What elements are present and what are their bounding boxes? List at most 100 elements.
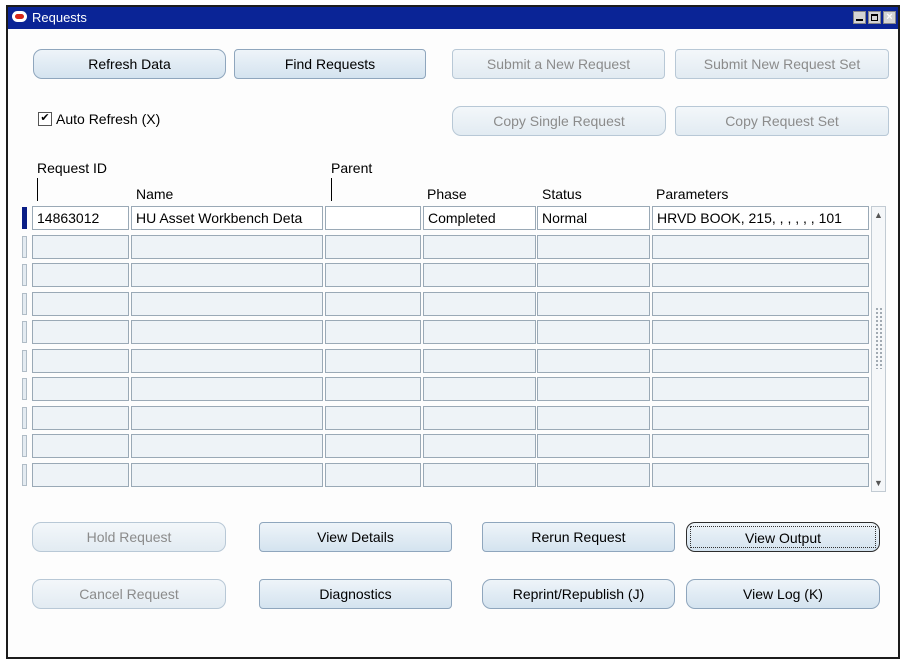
cell-parameters[interactable] [652,406,869,430]
row-indicator [22,407,27,429]
close-icon[interactable]: × [883,11,896,24]
cell-request-id[interactable] [32,377,129,401]
cell-phase[interactable] [423,235,536,259]
cell-status[interactable] [537,235,650,259]
auto-refresh-checkbox[interactable]: ✔ Auto Refresh (X) [38,111,160,127]
refresh-data-button[interactable]: Refresh Data [33,49,226,79]
cell-request-id[interactable] [32,349,129,373]
cell-request-id[interactable] [32,292,129,316]
cell-request-id[interactable] [32,434,129,458]
reprint-republish-button[interactable]: Reprint/Republish (J) [482,579,675,609]
cell-name[interactable] [131,463,323,487]
rerun-request-button[interactable]: Rerun Request [482,522,675,552]
cell-phase[interactable] [423,406,536,430]
cell-parent[interactable] [325,235,421,259]
submit-new-request-button[interactable]: Submit a New Request [452,49,665,79]
cell-status[interactable] [537,406,650,430]
view-details-button[interactable]: View Details [259,522,452,552]
cell-parameters[interactable]: HRVD BOOK, 215, , , , , , 101 [652,206,869,230]
oracle-logo-icon [12,11,27,22]
cell-parameters[interactable] [652,349,869,373]
cell-parent[interactable] [325,377,421,401]
copy-single-request-button[interactable]: Copy Single Request [452,106,666,136]
row-indicator [22,378,27,400]
view-log-button[interactable]: View Log (K) [686,579,880,609]
cell-phase[interactable] [423,349,536,373]
header-divider [331,178,332,201]
cell-phase[interactable]: Completed [423,206,536,230]
cell-status[interactable] [537,349,650,373]
cell-status[interactable] [537,292,650,316]
hold-request-button[interactable]: Hold Request [32,522,226,552]
cell-parameters[interactable] [652,235,869,259]
header-request-id: Request ID [37,160,108,176]
copy-request-set-button[interactable]: Copy Request Set [675,106,889,136]
current-record-indicator [22,207,27,229]
cell-parent[interactable] [325,406,421,430]
row-indicator [22,293,27,315]
cancel-request-button[interactable]: Cancel Request [32,579,226,609]
cell-request-id[interactable]: 14863012 [32,206,129,230]
cell-phase[interactable] [423,463,536,487]
cell-status[interactable] [537,320,650,344]
cell-phase[interactable] [423,320,536,344]
cell-parameters[interactable] [652,434,869,458]
checkbox-check-icon[interactable]: ✔ [38,112,52,126]
cell-status[interactable] [537,377,650,401]
cell-name[interactable] [131,406,323,430]
cell-parent[interactable] [325,434,421,458]
cell-parameters[interactable] [652,377,869,401]
cell-phase[interactable] [423,377,536,401]
table-scrollbar[interactable]: ▲ ▼ [871,206,886,492]
header-status: Status [542,186,582,202]
window-title: Requests [32,10,87,25]
cell-name[interactable]: HU Asset Workbench Deta [131,206,323,230]
header-divider [37,178,38,201]
cell-status[interactable]: Normal [537,206,650,230]
submit-new-request-set-button[interactable]: Submit New Request Set [675,49,889,79]
cell-status[interactable] [537,434,650,458]
row-indicator [22,264,27,286]
cell-parameters[interactable] [652,263,869,287]
cell-request-id[interactable] [32,320,129,344]
cell-parent[interactable] [325,463,421,487]
cell-parent[interactable] [325,206,421,230]
header-phase: Phase [427,186,467,202]
cell-parent[interactable] [325,320,421,344]
cell-name[interactable] [131,320,323,344]
cell-parent[interactable] [325,349,421,373]
cell-phase[interactable] [423,434,536,458]
view-output-button[interactable]: View Output [686,522,880,552]
cell-request-id[interactable] [32,235,129,259]
cell-name[interactable] [131,292,323,316]
cell-status[interactable] [537,263,650,287]
cell-request-id[interactable] [32,463,129,487]
cell-name[interactable] [131,263,323,287]
scroll-down-arrow-icon[interactable]: ▼ [872,476,885,490]
row-indicator [22,350,27,372]
cell-parameters[interactable] [652,320,869,344]
cell-name[interactable] [131,434,323,458]
cell-request-id[interactable] [32,406,129,430]
diagnostics-button[interactable]: Diagnostics [259,579,452,609]
cell-phase[interactable] [423,292,536,316]
cell-name[interactable] [131,349,323,373]
cell-parent[interactable] [325,263,421,287]
maximize-icon[interactable] [868,11,881,24]
header-parent: Parent [331,160,373,176]
row-indicator [22,236,27,258]
cell-parameters[interactable] [652,463,869,487]
row-indicator [22,435,27,457]
minimize-icon[interactable] [853,11,866,24]
cell-status[interactable] [537,463,650,487]
cell-name[interactable] [131,377,323,401]
title-bar: Requests × [8,7,898,29]
cell-name[interactable] [131,235,323,259]
scroll-up-arrow-icon[interactable]: ▲ [872,208,885,222]
cell-request-id[interactable] [32,263,129,287]
find-requests-button[interactable]: Find Requests [234,49,426,79]
scroll-grip-icon[interactable] [875,307,882,369]
cell-parameters[interactable] [652,292,869,316]
cell-parent[interactable] [325,292,421,316]
cell-phase[interactable] [423,263,536,287]
